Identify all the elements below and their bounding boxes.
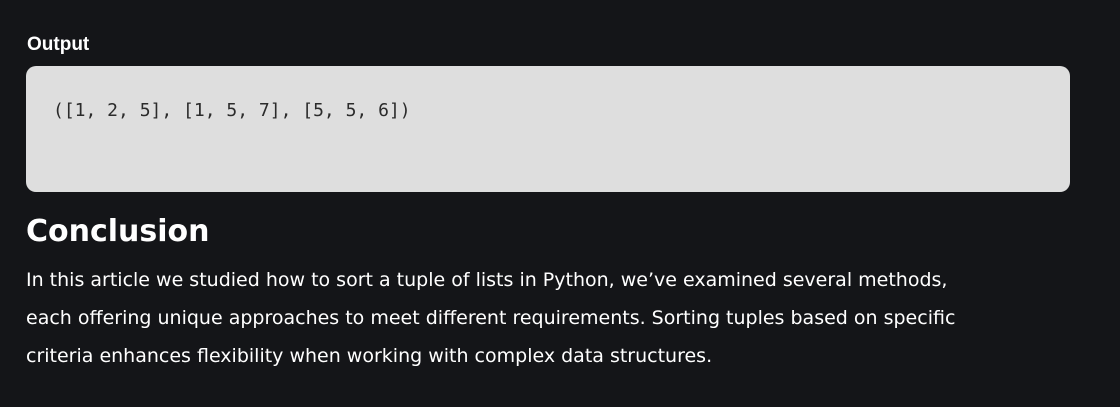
conclusion-paragraph: In this article we studied how to sort a…	[26, 261, 1086, 375]
conclusion-heading: Conclusion	[26, 214, 210, 249]
conclusion-line: each offering unique approaches to meet …	[26, 307, 956, 329]
output-code-text: ([1, 2, 5], [1, 5, 7], [5, 5, 6])	[53, 100, 411, 121]
output-code-block: ([1, 2, 5], [1, 5, 7], [5, 5, 6])	[26, 66, 1070, 192]
conclusion-line: In this article we studied how to sort a…	[26, 269, 948, 291]
conclusion-line: criteria enhances flexibility when worki…	[26, 345, 713, 367]
output-label: Output	[27, 34, 90, 55]
